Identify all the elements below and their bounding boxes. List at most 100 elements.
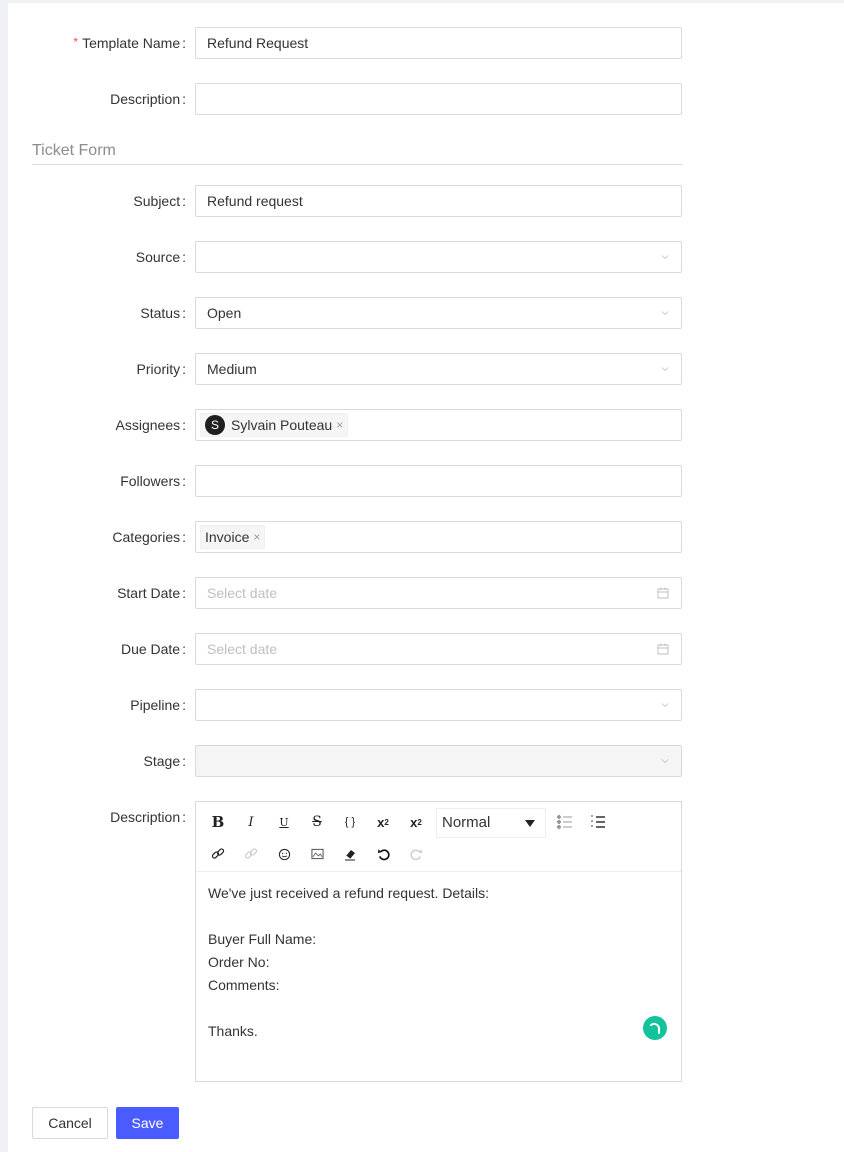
description-row: Description: [8, 83, 844, 115]
pipeline-label: Pipeline: [130, 697, 186, 713]
categories-label: Categories: [112, 529, 186, 545]
undo-button[interactable] [369, 842, 397, 866]
underline-button[interactable]: U [270, 810, 298, 834]
stage-row: Stage: [8, 745, 844, 777]
chevron-down-icon [661, 367, 669, 372]
link-icon [211, 848, 225, 859]
assignees-select[interactable]: S Sylvain Pouteau × [195, 409, 682, 441]
editor-toolbar: B I U S { } x2 x2 Normal [196, 802, 681, 872]
followers-select[interactable] [195, 465, 682, 497]
categories-row: Categories: Invoice × [8, 521, 844, 553]
template-name-label: * Template Name: [73, 35, 186, 51]
editor-line [208, 905, 669, 928]
priority-select[interactable]: Medium [195, 353, 682, 385]
ticket-form-section-title: Ticket Form [32, 141, 682, 165]
priority-label: Priority: [136, 361, 186, 377]
emoji-icon [278, 848, 290, 860]
status-label: Status: [140, 305, 186, 321]
remove-tag-icon[interactable]: × [253, 526, 260, 548]
calendar-icon [657, 643, 669, 655]
assignees-row: Assignees: S Sylvain Pouteau × [8, 409, 844, 441]
subscript-button[interactable]: x2 [402, 810, 430, 834]
editor-line: Comments: [208, 977, 280, 993]
cancel-button[interactable]: Cancel [32, 1107, 108, 1139]
image-button[interactable] [303, 842, 331, 866]
due-date-picker[interactable]: Select date [195, 633, 682, 665]
assignees-label: Assignees: [115, 417, 186, 433]
unlink-button[interactable] [237, 842, 265, 866]
save-button[interactable]: Save [116, 1107, 179, 1139]
start-date-picker[interactable]: Select date [195, 577, 682, 609]
image-icon [310, 848, 324, 860]
ordered-list-icon [591, 815, 605, 828]
category-name: Invoice [205, 529, 250, 545]
start-date-row: Start Date: Select date [8, 577, 844, 609]
description-label: Description: [110, 91, 186, 107]
chevron-down-icon [661, 703, 669, 708]
caret-down-icon [525, 820, 535, 827]
chevron-down-icon [661, 311, 669, 316]
priority-value: Medium [207, 361, 257, 377]
pipeline-select[interactable] [195, 689, 682, 721]
undo-icon [377, 848, 390, 860]
followers-row: Followers: [8, 465, 844, 497]
unlink-icon [244, 848, 258, 859]
grammarly-spinner-icon [650, 1022, 660, 1034]
source-label: Source: [135, 249, 186, 265]
bullet-list-button[interactable] [551, 810, 579, 834]
status-select[interactable]: Open [195, 297, 682, 329]
categories-select[interactable]: Invoice × [195, 521, 682, 553]
assignee-name: Sylvain Pouteau [231, 417, 333, 433]
subject-label: Subject: [133, 193, 186, 209]
stage-select [195, 745, 682, 777]
link-button[interactable] [204, 842, 232, 866]
remove-tag-icon[interactable]: × [336, 414, 343, 436]
editor-line [208, 997, 669, 1020]
grammarly-icon[interactable] [643, 1016, 667, 1040]
chevron-down-icon [661, 759, 669, 764]
redo-icon [410, 848, 422, 860]
calendar-icon [657, 587, 669, 599]
priority-row: Priority: Medium [8, 353, 844, 385]
chevron-down-icon [661, 255, 669, 260]
editor-line: We've just received a refund request. De… [208, 885, 489, 901]
superscript-button[interactable]: x2 [369, 810, 397, 834]
due-date-row: Due Date: Select date [8, 633, 844, 665]
avatar: S [205, 415, 225, 435]
code-block-button[interactable]: { } [336, 810, 364, 834]
stage-label: Stage: [143, 753, 186, 769]
format-select[interactable]: Normal [436, 808, 546, 838]
editor-line: Thanks. [208, 1023, 258, 1039]
source-row: Source: [8, 241, 844, 273]
pipeline-row: Pipeline: [8, 689, 844, 721]
bold-button[interactable]: B [204, 810, 232, 834]
editor-line: Buyer Full Name: [208, 931, 317, 947]
editor-content[interactable]: We've just received a refund request. De… [196, 872, 681, 1081]
strike-button[interactable]: S [303, 810, 331, 834]
due-date-label: Due Date: [120, 641, 186, 657]
subject-row: Subject: Refund request [8, 185, 844, 217]
bullet-list-icon [557, 815, 572, 829]
required-mark: * [73, 35, 79, 49]
eraser-icon [345, 850, 355, 861]
body-description-label: Description: [110, 809, 186, 825]
status-value: Open [207, 305, 242, 321]
followers-label: Followers: [120, 473, 186, 489]
emoji-button[interactable] [270, 842, 298, 866]
template-form-page: * Template Name: Refund Request Descripti… [8, 3, 844, 1152]
category-tag: Invoice × [200, 525, 266, 549]
description-input[interactable] [195, 83, 682, 115]
subject-input[interactable]: Refund request [195, 185, 682, 217]
template-name-row: * Template Name: Refund Request [8, 27, 844, 59]
editor-line: Order No: [208, 954, 270, 970]
template-name-input[interactable]: Refund Request [195, 27, 682, 59]
redo-button[interactable] [402, 842, 430, 866]
status-row: Status: Open [8, 297, 844, 329]
rich-text-editor: B I U S { } x2 x2 Normal We've just rece… [195, 801, 682, 1082]
assignee-tag: S Sylvain Pouteau × [200, 413, 349, 437]
start-date-label: Start Date: [117, 585, 186, 601]
clean-format-button[interactable] [336, 842, 364, 866]
italic-button[interactable]: I [237, 810, 265, 834]
ordered-list-button[interactable] [584, 810, 612, 834]
source-select[interactable] [195, 241, 682, 273]
